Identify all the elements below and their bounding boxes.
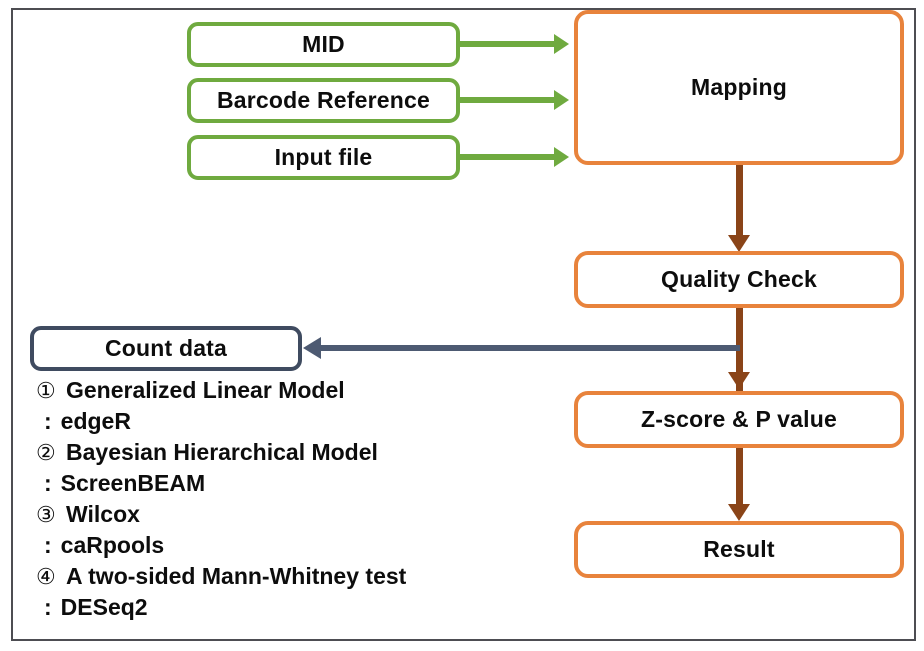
list-item: ① Generalized Linear Model: [36, 379, 556, 402]
arrow-quality-check-to-count-data-icon: [303, 337, 740, 359]
method-number-3: ③: [36, 502, 56, 527]
arrow-mid-to-mapping-icon: [460, 34, 569, 54]
method-package-3: caRpools: [60, 532, 165, 558]
method-number-2: ②: [36, 440, 56, 465]
method-number-4: ④: [36, 564, 56, 589]
method-name-1: Generalized Linear Model: [66, 377, 345, 403]
method-colon-1: :: [44, 408, 52, 434]
arrow-quality-check-to-z-score-icon: [728, 308, 750, 389]
arrow-mapping-to-quality-check-icon: [728, 165, 750, 252]
node-input-file-label: Input file: [274, 144, 373, 170]
node-z-score-p-value-label: Z-score & P value: [640, 406, 837, 432]
method-name-4: A two-sided Mann-Whitney test: [66, 563, 407, 589]
list-item: : ScreenBEAM: [36, 472, 556, 495]
arrow-input-file-to-mapping-icon: [460, 147, 569, 167]
arrow-barcode-to-mapping-icon: [460, 90, 569, 110]
method-colon-2: :: [44, 470, 52, 496]
method-colon-4: :: [44, 594, 52, 620]
node-mid: MID: [187, 22, 460, 67]
node-mapping-label: Mapping: [691, 74, 787, 100]
list-item: : DESeq2: [36, 596, 556, 619]
node-z-score-p-value: Z-score & P value: [574, 391, 904, 448]
arrow-z-score-to-result-icon: [728, 448, 750, 521]
diagram-canvas: MID Barcode Reference Input file Mapping…: [0, 0, 924, 651]
node-barcode-reference-label: Barcode Reference: [216, 87, 431, 113]
node-result-label: Result: [703, 536, 775, 562]
method-name-2: Bayesian Hierarchical Model: [66, 439, 378, 465]
node-count-data: Count data: [30, 326, 302, 371]
node-quality-check: Quality Check: [574, 251, 904, 308]
node-input-file: Input file: [187, 135, 460, 180]
node-mid-label: MID: [302, 31, 345, 57]
list-item: : edgeR: [36, 410, 556, 433]
method-package-4: DESeq2: [60, 594, 148, 620]
method-name-3: Wilcox: [66, 501, 140, 527]
method-number-1: ①: [36, 378, 56, 403]
node-barcode-reference: Barcode Reference: [187, 78, 460, 123]
method-package-1: edgeR: [60, 408, 131, 434]
node-mapping: Mapping: [574, 10, 904, 165]
method-package-2: ScreenBEAM: [60, 470, 206, 496]
statistical-methods-list: ① Generalized Linear Model : edgeR ② Bay…: [36, 379, 556, 627]
node-count-data-label: Count data: [104, 335, 228, 361]
method-colon-3: :: [44, 532, 52, 558]
list-item: ③ Wilcox: [36, 503, 556, 526]
node-result: Result: [574, 521, 904, 578]
node-quality-check-label: Quality Check: [661, 266, 817, 292]
list-item: ④ A two-sided Mann-Whitney test: [36, 565, 556, 588]
list-item: : caRpools: [36, 534, 556, 557]
list-item: ② Bayesian Hierarchical Model: [36, 441, 556, 464]
